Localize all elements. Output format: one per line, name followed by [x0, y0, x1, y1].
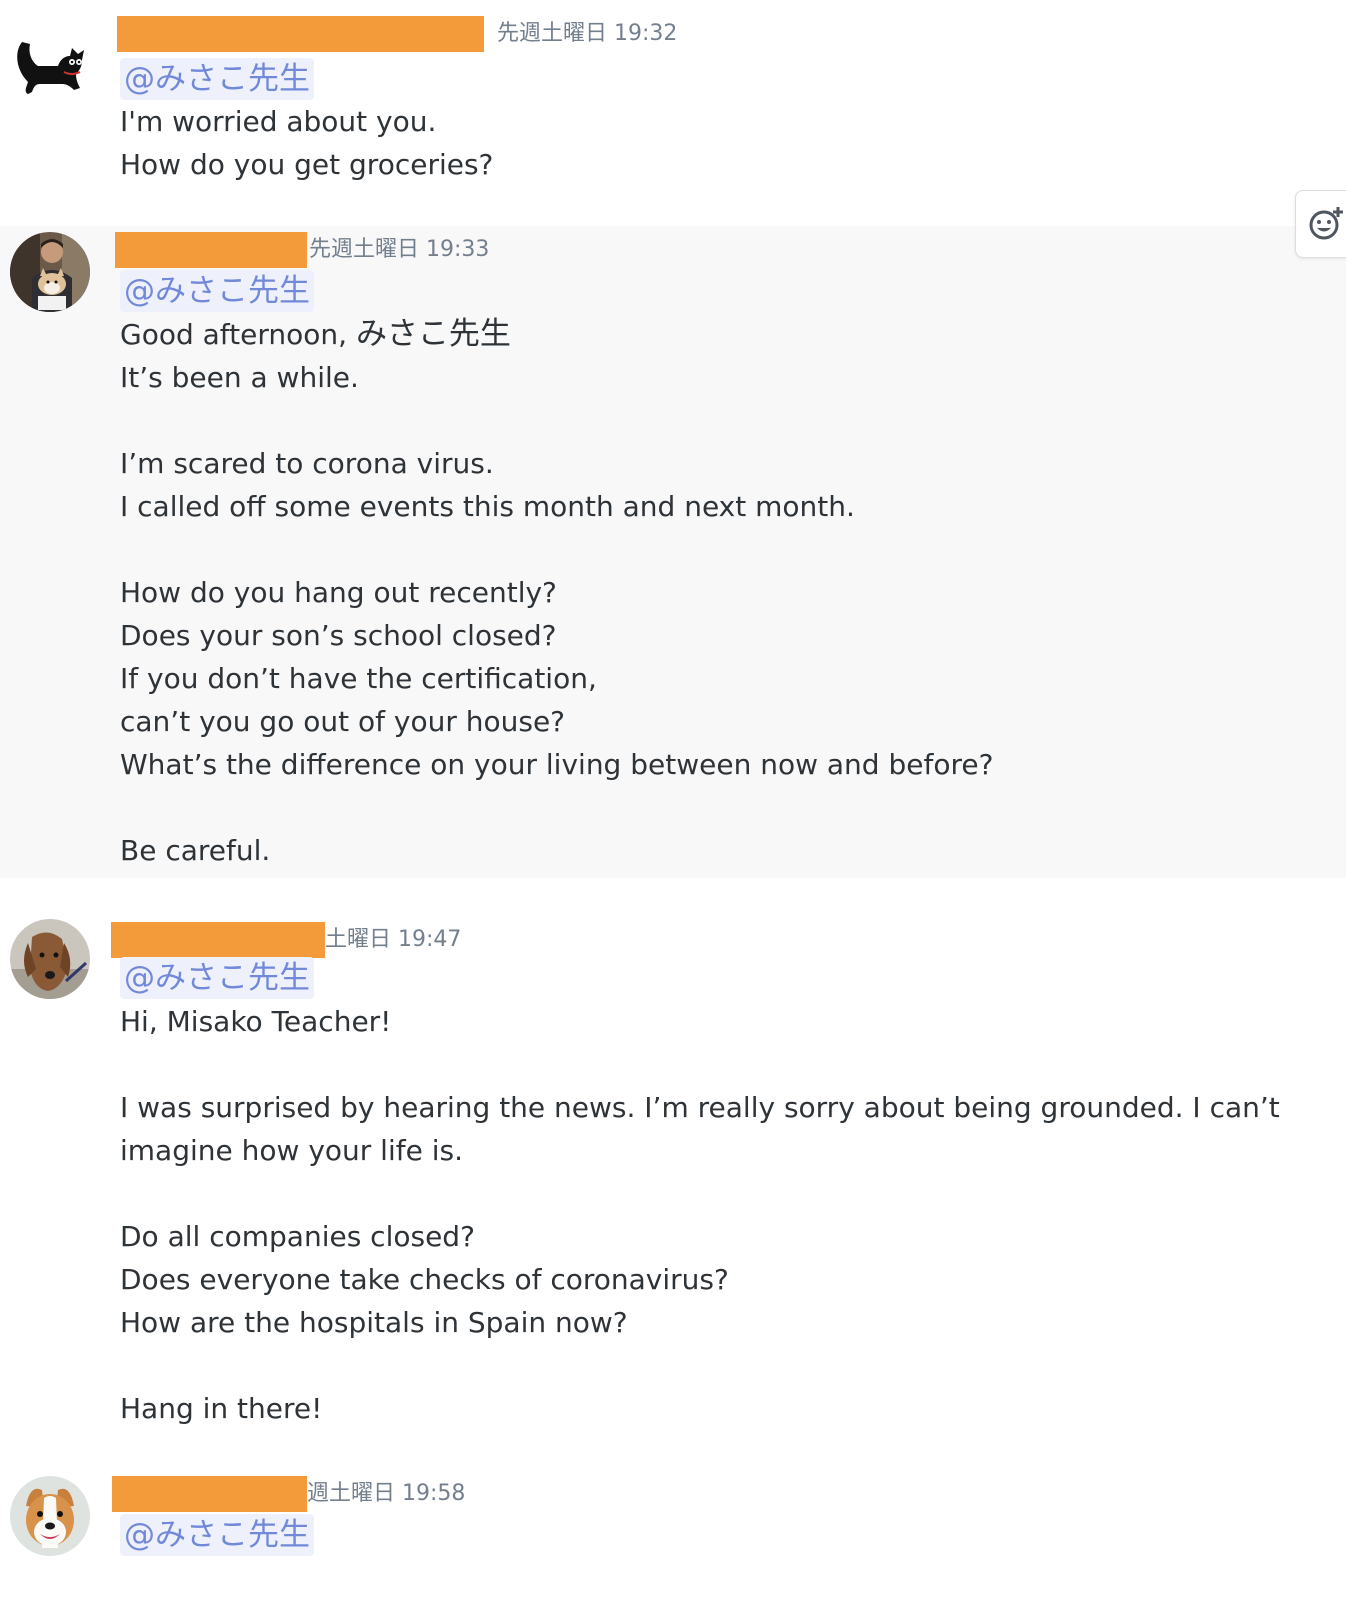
- redacted-username[interactable]: [115, 232, 307, 268]
- message-line: I’m scared to corona virus.: [120, 447, 494, 480]
- smiling-dog-avatar[interactable]: [10, 1476, 90, 1556]
- user-mention[interactable]: @みさこ先生: [120, 58, 314, 100]
- message-feed: 先週土曜日 19:32 @みさこ先生 I'm worried about you…: [0, 0, 1346, 1604]
- smiling-dog-icon: [10, 1476, 90, 1556]
- message-4: 週土曜日 19:58 @みさこ先生: [0, 1456, 1346, 1604]
- message-line: How are the hospitals in Spain now?: [120, 1306, 628, 1339]
- greeting-prefix: Good afternoon,: [120, 318, 356, 351]
- message-1: 先週土曜日 19:32 @みさこ先生 I'm worried about you…: [0, 0, 1346, 226]
- message-line: Does your son’s school closed?: [120, 619, 557, 652]
- message-line: How do you get groceries?: [120, 148, 494, 181]
- timestamp[interactable]: 先週土曜日 19:33: [309, 237, 489, 263]
- message-line: I'm worried about you.: [120, 105, 437, 138]
- message-line: I was surprised by hearing the news. I’m…: [120, 1091, 1289, 1167]
- message-line: I called off some events this month and …: [120, 490, 855, 523]
- message-line: Hang in there!: [120, 1392, 323, 1425]
- man-with-dog-avatar[interactable]: [10, 232, 90, 312]
- timestamp[interactable]: 土曜日 19:47: [325, 927, 461, 953]
- message-content: Hi, Misako Teacher! I was surprised by h…: [120, 1000, 1310, 1430]
- message-line: can’t you go out of your house?: [120, 705, 566, 738]
- message-2: 先週土曜日 19:33 @みさこ先生 Good afternoon, みさこ先生…: [0, 226, 1346, 878]
- user-mention[interactable]: @みさこ先生: [120, 270, 314, 312]
- message-line: Does everyone take checks of coronavirus…: [120, 1263, 729, 1296]
- greeting-name: みさこ先生: [355, 316, 511, 352]
- message-content: I'm worried about you. How do you get gr…: [120, 100, 1310, 186]
- user-mention[interactable]: @みさこ先生: [120, 957, 314, 999]
- timestamp[interactable]: 先週土曜日 19:32: [497, 21, 677, 47]
- redacted-username[interactable]: [117, 16, 484, 52]
- message-line: Do all companies closed?: [120, 1220, 475, 1253]
- message-line: Be careful.: [120, 834, 271, 867]
- message-line: It’s been a while.: [120, 361, 359, 394]
- user-mention[interactable]: @みさこ先生: [120, 1514, 314, 1556]
- redacted-username[interactable]: [111, 922, 325, 958]
- message-line: What’s the difference on your living bet…: [120, 748, 994, 781]
- dachshund-icon: [10, 919, 90, 999]
- black-cat-icon: [10, 22, 90, 102]
- message-3: 土曜日 19:47 @みさこ先生 Hi, Misako Teacher! I w…: [0, 878, 1346, 1456]
- man-with-dog-icon: [10, 232, 90, 312]
- timestamp[interactable]: 週土曜日 19:58: [307, 1481, 465, 1507]
- black-cat-avatar[interactable]: [10, 22, 90, 102]
- redacted-username[interactable]: [112, 1476, 307, 1512]
- message-line: If you don’t have the certification,: [120, 662, 597, 695]
- message-line: How do you hang out recently?: [120, 576, 557, 609]
- message-line: Hi, Misako Teacher!: [120, 1005, 392, 1038]
- dachshund-avatar[interactable]: [10, 919, 90, 999]
- add-reaction-icon: [1309, 207, 1343, 240]
- message-content: Good afternoon, みさこ先生 It’s been a while.…: [120, 313, 1310, 872]
- add-reaction-button[interactable]: [1295, 190, 1346, 258]
